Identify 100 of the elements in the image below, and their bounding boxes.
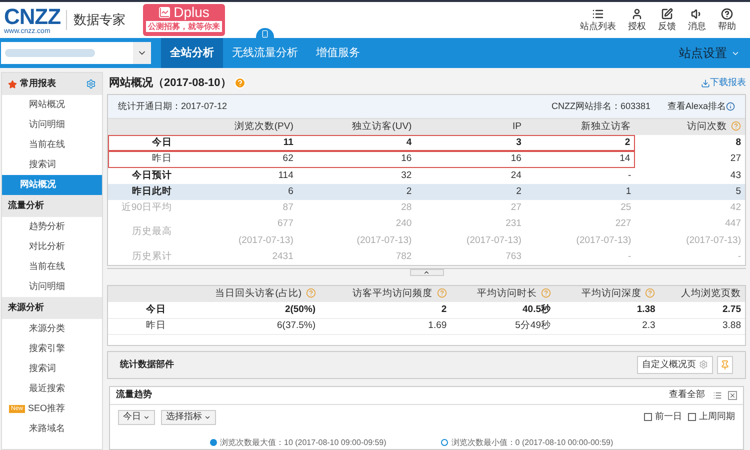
sidebar-section-header[interactable]: 流量分析 [2, 195, 102, 217]
period-dropdown[interactable]: 今日 [118, 410, 155, 424]
table-cell-text: - [627, 168, 632, 182]
sidebar-section-header[interactable]: 来源分析 [2, 297, 102, 319]
sidebar-item[interactable]: 搜索词 [2, 359, 102, 379]
toolbar-button[interactable]: 消息 [688, 8, 706, 32]
toolbar-button[interactable]: 反馈 [658, 8, 676, 32]
table-cell: 1.38 [555, 302, 660, 318]
help-icon[interactable] [541, 288, 551, 298]
checkbox-label: 上周同期 [699, 410, 735, 424]
list-icon[interactable] [713, 390, 722, 400]
sidebar-item[interactable]: 当前在线 [2, 135, 102, 155]
table-cell: 2.3 [555, 318, 660, 334]
table-cell-text: - [627, 250, 632, 264]
list-icon [592, 8, 604, 20]
help-icon[interactable] [436, 288, 447, 298]
table-cell: 40.5秒 [450, 302, 555, 318]
row-label: 历史最高 [131, 225, 173, 240]
table-cell: 3.88 [659, 318, 745, 334]
promo-subtitle: 公测招募，就等你来 [146, 21, 222, 32]
table-cell-text: 87 [282, 201, 294, 215]
promo-banner[interactable]: Dplus 公测招募，就等你来 [143, 4, 225, 36]
site-settings-menu[interactable]: 站点设置 [679, 38, 740, 68]
column-header: 访客平均访问频度 [320, 286, 451, 302]
help-icon[interactable] [645, 288, 656, 298]
table-cell-text: 43 [729, 168, 742, 182]
sidebar-section-header[interactable]: 常用报表 [2, 73, 102, 95]
customize-button[interactable]: 自定义概况页 [637, 356, 713, 374]
table-cell: 1.69 [320, 318, 451, 334]
toolbar-button[interactable]: 授权 [628, 8, 646, 32]
sidebar-item[interactable]: 来路域名 [2, 419, 102, 439]
sidebar-item[interactable]: 访问明细 [2, 277, 102, 297]
row-label: 今日预计 [131, 168, 173, 182]
pin-button[interactable] [717, 356, 733, 374]
toolbar-button[interactable]: 帮助 [718, 8, 736, 32]
download-icon [701, 78, 710, 88]
speaker-icon [691, 8, 703, 20]
view-all-link[interactable]: 查看全部 [669, 388, 705, 402]
table-cell: 2 [320, 302, 451, 318]
table-cell: 4 [297, 135, 416, 152]
table-cell: 2(50%) [180, 302, 320, 318]
row-label: 昨日 [108, 318, 180, 334]
table-cell: 2 [525, 135, 636, 152]
column-header: 人均浏览页数 [659, 286, 745, 302]
sidebar-item[interactable]: 访问明细 [2, 115, 102, 135]
column-header: 新独立访客 [580, 120, 632, 134]
sidebar-item[interactable]: 趋势分析 [2, 217, 102, 237]
settings-icon[interactable] [86, 79, 96, 89]
checkbox[interactable] [688, 413, 696, 421]
page-title: 网站概况（2017-08-10） [109, 76, 232, 91]
alexa-link[interactable]: 查看Alexa排名 [667, 100, 735, 114]
table-cell-text: 227 (2017-07-13) [575, 217, 632, 248]
close-icon[interactable] [728, 390, 737, 400]
help-icon[interactable] [731, 121, 741, 132]
metric-dropdown[interactable]: 选择指标 [161, 410, 216, 424]
nav-tab[interactable]: 增值服务 [307, 38, 369, 68]
table-cell-text: 27 [510, 201, 522, 215]
sidebar-item[interactable]: 对比分析 [2, 237, 102, 257]
sidebar-item[interactable]: 来源分类 [2, 319, 102, 339]
sidebar-item[interactable]: 搜索词 [2, 155, 102, 175]
download-link[interactable]: 下载报表 [701, 76, 746, 90]
phone-icon [261, 30, 269, 38]
table-cell-text: 42 [729, 201, 742, 215]
sidebar-item[interactable]: 网站概况 [2, 95, 102, 115]
pencil-icon [661, 8, 673, 20]
caret-icon [204, 414, 211, 420]
sidebar-item[interactable]: 当前在线 [2, 257, 102, 277]
open-date: 统计开通日期：2017-07-12 [118, 100, 228, 113]
table-cell-text: 2431 [271, 250, 294, 264]
section-title: 常用报表 [20, 77, 56, 90]
help-icon[interactable] [306, 288, 316, 298]
sidebar-item[interactable]: 网站概况 [2, 175, 102, 195]
product-name: 数据专家 [73, 11, 126, 30]
toolbar-button[interactable]: 站点列表 [580, 8, 616, 32]
row-label: 昨日此时 [131, 184, 173, 199]
column-header: 平均访问深度 [555, 286, 660, 302]
nav-tab[interactable]: 全站分析 [161, 38, 223, 68]
column-header: 当日回头访客(占比) [180, 286, 320, 302]
row-label: 今日 [108, 135, 180, 152]
collapse-handle[interactable] [410, 269, 444, 276]
table-cell-text: 240 (2017-07-13) [356, 217, 413, 248]
section-title: 来源分析 [8, 301, 44, 314]
logo-text[interactable]: CNZZ [4, 6, 60, 28]
table-cell-text: 32 [400, 168, 413, 182]
nav-tab[interactable]: 无线流量分析 [223, 38, 307, 68]
checkbox-label: 前一日 [655, 410, 682, 424]
table-cell-text: 8 [734, 136, 742, 150]
card-title: 流量趋势 [116, 388, 152, 402]
site-select[interactable] [1, 42, 151, 64]
table-cell: 2.75 [659, 302, 745, 318]
table-cell: 6(37.5%) [180, 318, 320, 334]
checkbox[interactable] [644, 413, 652, 421]
sidebar-item[interactable]: 最近搜索 [2, 379, 102, 399]
sidebar-item[interactable]: 搜索引擎 [2, 339, 102, 359]
table-cell-text: 447 (2017-07-13) [685, 217, 742, 248]
table-cell: 3 [416, 135, 526, 152]
help-icon [721, 8, 733, 20]
table-cell-text: 763 [504, 250, 522, 264]
table-cell-text: 2 [405, 184, 413, 199]
table-cell-text: 5 [734, 184, 742, 199]
